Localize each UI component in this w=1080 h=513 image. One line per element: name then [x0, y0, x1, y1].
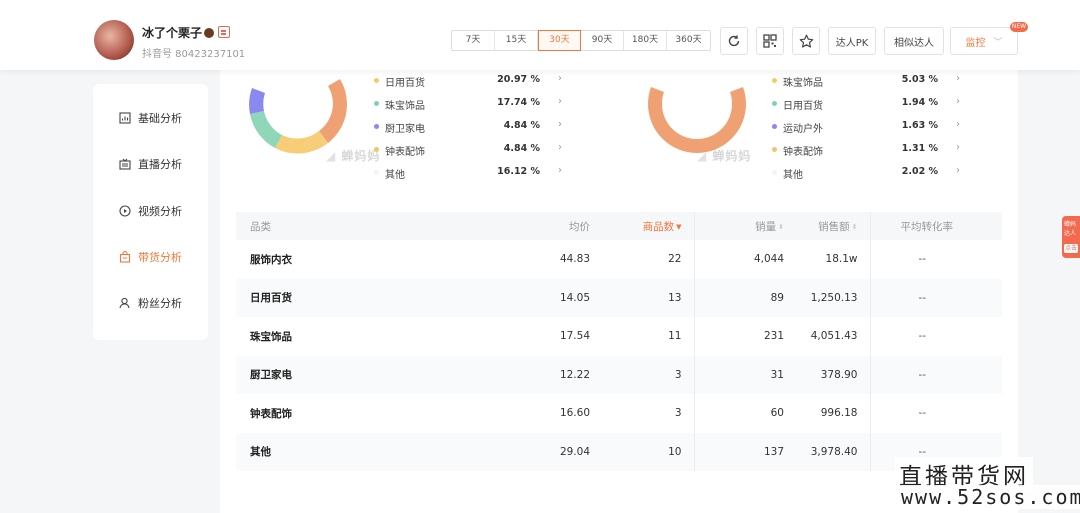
range-7d[interactable]: 7天	[452, 31, 495, 50]
col-conversion: 平均转化率	[870, 212, 1002, 240]
col-sales-volume[interactable]: 销量 ⬍	[694, 212, 796, 240]
legend-dot	[374, 124, 379, 129]
left-donut-slice-4	[249, 88, 265, 114]
legend-dot	[374, 170, 379, 175]
legend-dot	[374, 101, 379, 106]
refresh-icon	[728, 35, 740, 47]
chevron-right-icon: ›	[956, 142, 960, 153]
legend-row[interactable]: 珠宝饰品 5.03 % ›	[770, 73, 960, 89]
right-donut-slice-2	[730, 87, 747, 104]
monitor-button[interactable]: 监控 ﹀	[950, 27, 1018, 55]
chevron-right-icon: ›	[956, 119, 960, 130]
range-360d[interactable]: 360天	[667, 31, 710, 50]
chevron-right-icon: ›	[956, 73, 960, 84]
legend-row[interactable]: 其他 16.12 % ›	[372, 165, 562, 181]
floating-promo-tab[interactable]: 蝉妈 达人 点击	[1062, 216, 1080, 258]
chart-icon	[119, 112, 131, 124]
right-donut-slice-1	[648, 104, 746, 153]
legend-row[interactable]: 钟表配饰 4.84 % ›	[372, 142, 562, 158]
chevron-right-icon: ›	[558, 142, 562, 153]
pk-button[interactable]: 达人PK	[828, 27, 876, 55]
range-90d[interactable]: 90天	[581, 31, 624, 50]
range-15d[interactable]: 15天	[495, 31, 538, 50]
legend-row[interactable]: 厨卫家电 4.84 % ›	[372, 119, 562, 135]
chevron-right-icon: ›	[558, 165, 562, 176]
sort-icon: ⬍	[778, 222, 784, 231]
new-badge: NEW	[1010, 22, 1028, 32]
sort-desc-icon: ▼	[676, 222, 682, 231]
legend-row[interactable]: 珠宝饰品 17.74 % ›	[372, 96, 562, 112]
right-donut-slice-3	[647, 87, 664, 104]
legend-row[interactable]: 日用百货 1.94 % ›	[770, 96, 960, 112]
qrcode-icon	[763, 34, 777, 48]
col-product-count[interactable]: 商品数 ▼	[602, 212, 695, 240]
similar-button[interactable]: 相似达人	[884, 27, 944, 55]
left-donut-slice-5	[328, 79, 347, 104]
table-row[interactable]: 厨卫家电 12.22 3 31 378.90 --	[236, 355, 1002, 394]
avatar[interactable]	[94, 20, 134, 60]
sidebar-item-fans[interactable]: 粉丝分析	[93, 293, 208, 313]
legend-dot	[772, 101, 777, 106]
refresh-button[interactable]	[720, 27, 748, 55]
legend-row[interactable]: 其他 2.02 % ›	[770, 165, 960, 181]
col-sales-amount[interactable]: 销售额 ⬍	[796, 212, 871, 240]
chevron-down-icon: ﹀	[993, 37, 1003, 48]
legend-row[interactable]: 日用百货 20.97 % ›	[372, 73, 562, 89]
table-row[interactable]: 钟表配饰 16.60 3 60 996.18 --	[236, 394, 1002, 433]
play-icon	[119, 205, 131, 217]
range-180d[interactable]: 180天	[624, 31, 667, 50]
table-header-row: 品类 均价 商品数 ▼ 销量 ⬍ 销售额 ⬍ 平均转化率	[236, 212, 1002, 240]
category-table: 品类 均价 商品数 ▼ 销量 ⬍ 销售额 ⬍ 平均转化率 服饰内衣 44.83 22 …	[236, 212, 1002, 471]
header-bar: 冰了个栗子 抖音号 80423237101 7天 15天 30天 90天 180…	[0, 0, 1080, 70]
tv-icon	[119, 158, 131, 170]
table-row[interactable]: 珠宝饰品 17.54 11 231 4,051.43 --	[236, 317, 1002, 356]
user-id: 抖音号 80423237101	[142, 49, 246, 60]
chevron-right-icon: ›	[558, 96, 562, 107]
table-row[interactable]: 日用百货 14.05 13 89 1,250.13 --	[236, 278, 1002, 317]
legend-row[interactable]: 运动户外 1.63 % ›	[770, 119, 960, 135]
table-row[interactable]: 其他 29.04 10 137 3,978.40 --	[236, 432, 1002, 471]
legend-dot	[772, 124, 777, 129]
col-avg-price: 均价	[476, 212, 602, 240]
account-badge-icon	[218, 26, 231, 38]
chevron-right-icon: ›	[956, 96, 960, 107]
favorite-button[interactable]	[792, 27, 820, 55]
sidebar-item-basic[interactable]: 基础分析	[93, 108, 208, 128]
chevron-right-icon: ›	[956, 165, 960, 176]
sidebar: 基础分析 直播分析 视频分析 带货分析 粉丝分析	[93, 84, 208, 340]
range-30d[interactable]: 30天	[538, 30, 581, 51]
col-category: 品类	[236, 212, 476, 240]
site-watermark-url: www.52sos.com	[897, 485, 1080, 509]
chestnut-emoji-icon	[204, 28, 215, 38]
sort-icon: ⬍	[851, 222, 858, 231]
chevron-right-icon: ›	[558, 119, 562, 130]
user-icon	[119, 297, 131, 309]
legend-dot	[772, 78, 777, 83]
left-donut-slice-2	[275, 131, 328, 154]
legend-dot	[772, 170, 777, 175]
table-row[interactable]: 服饰内衣 44.83 22 4,044 18.1w --	[236, 240, 1002, 279]
legend-dot	[772, 147, 777, 152]
chevron-right-icon: ›	[558, 73, 562, 84]
star-icon	[799, 34, 813, 48]
legend-dot	[374, 78, 379, 83]
bag-icon	[119, 251, 131, 263]
left-donut-slice-3	[250, 111, 282, 148]
qrcode-button[interactable]	[756, 27, 784, 55]
sidebar-item-video[interactable]: 视频分析	[93, 201, 208, 221]
legend-dot	[374, 147, 379, 152]
legend-row[interactable]: 钟表配饰 1.31 % ›	[770, 142, 960, 158]
date-range-group: 7天 15天 30天 90天 180天 360天	[451, 30, 711, 51]
sidebar-item-sales[interactable]: 带货分析	[93, 247, 208, 267]
sidebar-item-live[interactable]: 直播分析	[93, 154, 208, 174]
right-donut-watermark: ◢ 蝉妈妈	[697, 149, 752, 163]
user-name: 冰了个栗子	[142, 24, 231, 41]
